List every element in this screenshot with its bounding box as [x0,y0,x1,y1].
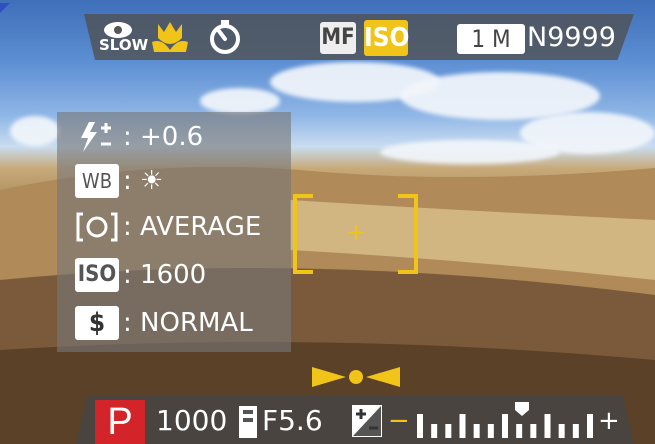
ev-tick [516,424,523,438]
metering-row[interactable]: : AVERAGE [75,208,291,248]
slow-sync-eye-icon[interactable]: SLOW [96,18,148,58]
ev-scale-plus: + [598,406,620,436]
ev-tick [417,414,423,438]
white-balance-icon: WB [75,164,119,198]
exposure-comp-row[interactable]: : +0.6 [75,118,291,158]
aperture-value: F5.6 [262,404,323,437]
quality-row[interactable]: $ : NORMAL [75,304,291,344]
corner-marker [0,0,10,13]
ev-tick [487,424,494,438]
ev-tick [473,424,480,438]
ev-tick [544,414,551,438]
ev-compensation-icon [351,404,383,438]
ev-scale-minus: − [388,406,410,436]
image-size-badge[interactable]: 1 M [457,24,525,54]
flash-exposure-icon [75,120,119,154]
quality-icon: $ [75,306,119,340]
focus-lock-indicator-icon [312,365,400,389]
shutter-marker-icon [237,404,259,440]
af-bracket-left [293,194,313,274]
cloud [200,88,280,114]
ev-tick [587,414,593,438]
ev-tick [572,424,579,438]
ev-scale-icon[interactable] [410,400,600,440]
af-center-mark: + [346,218,367,246]
ev-tick [530,424,537,438]
white-balance-row[interactable]: WB : ☀ [75,162,291,202]
program-mode-badge[interactable]: P [95,400,145,444]
ev-tick [445,424,452,438]
ev-tick [459,414,466,438]
frames-remaining: N9999 [527,22,616,53]
camera-lcd-screen: SLOW MF ISO 1 M N9999 : +0.6 WB: ☀: AV… [0,0,655,444]
shutter-speed: 1000 [156,404,228,437]
metering-icon [75,210,119,244]
af-bracket-right [398,194,418,274]
iso-badge[interactable]: ISO [364,20,409,56]
settings-panel: : +0.6 WB : ☀ : AVERAGE ISO : 1600 $ : N… [57,112,291,352]
exposure-comp-value: : +0.6 [123,122,204,152]
iso-value: : 1600 [123,260,207,290]
slow-label: SLOW [99,36,149,54]
iso-row[interactable]: ISO : 1600 [75,256,291,296]
self-timer-icon[interactable] [207,18,243,56]
ev-tick [431,424,438,438]
ev-tick [502,414,508,438]
white-balance-value: : ☀ [123,166,164,196]
quality-value: : NORMAL [123,308,253,338]
ev-level-marker [515,402,529,416]
ev-tick [558,424,565,438]
manual-focus-badge[interactable]: MF [320,22,356,54]
tulip-macro-icon[interactable] [150,20,190,54]
iso-icon: ISO [75,258,119,292]
metering-value: : AVERAGE [123,212,262,242]
